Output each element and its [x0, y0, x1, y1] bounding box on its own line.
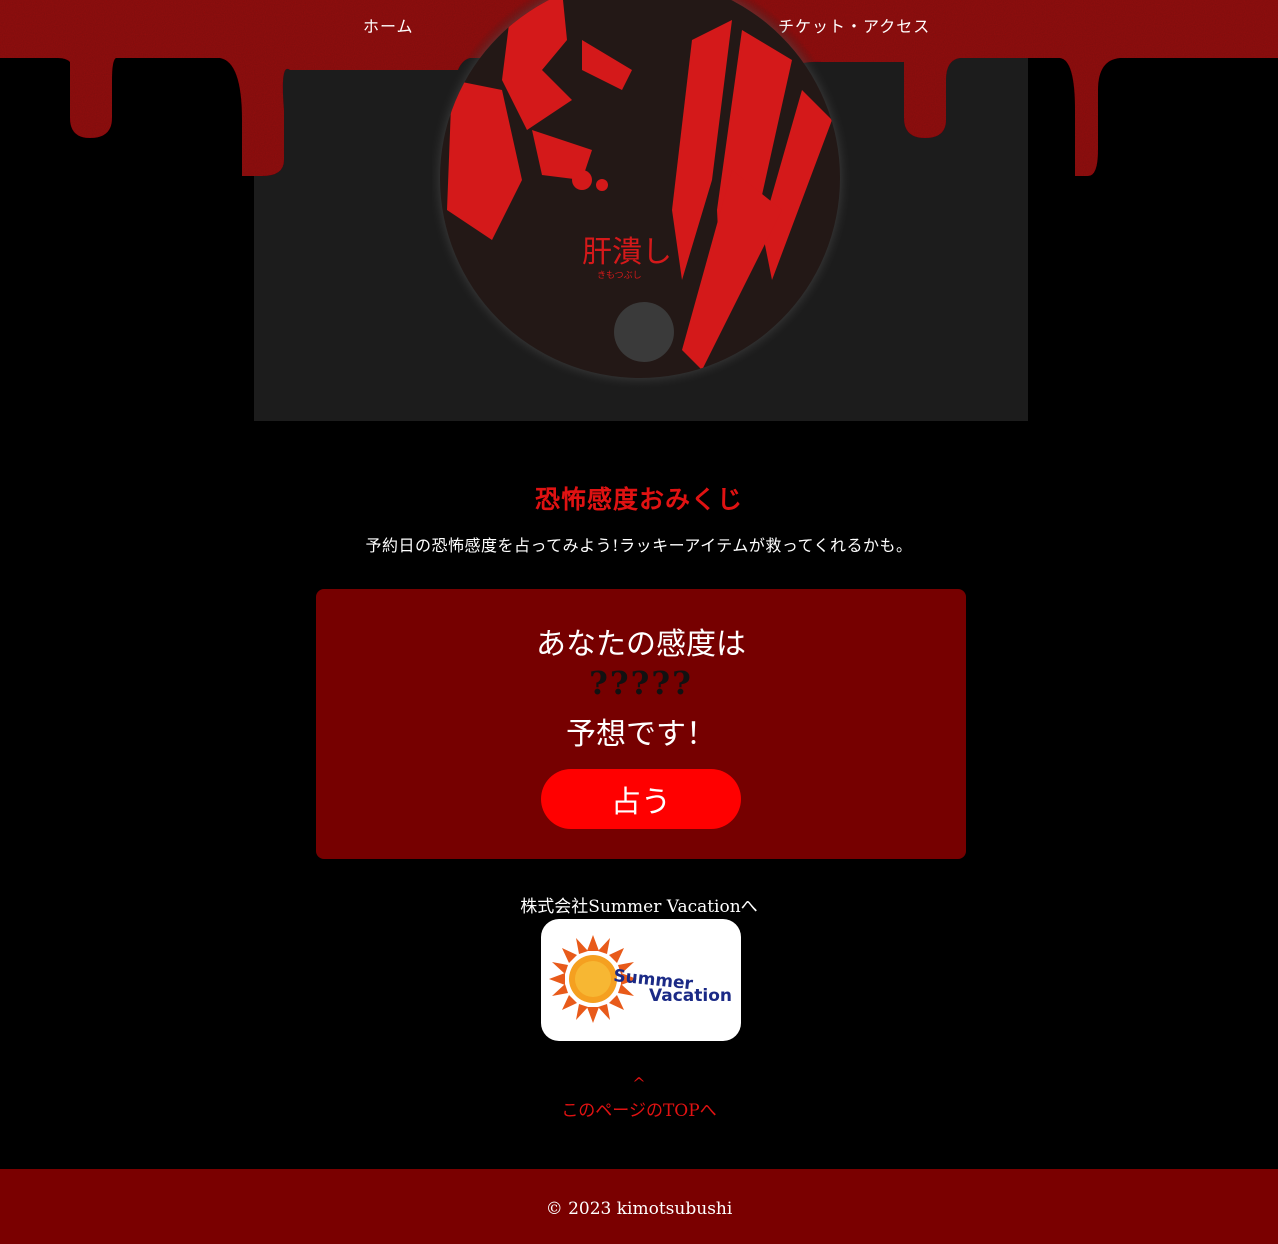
hero-logo-text: 肝潰し — [582, 235, 672, 270]
footer: © 2023 kimotsubushi — [0, 1169, 1278, 1244]
hero-disc-image: 肝潰し きもつぶし — [432, 0, 852, 390]
logo-word-vacation: Vacation — [649, 986, 732, 1006]
summer-vacation-logo-link[interactable]: Summer Vacation — [541, 919, 741, 1041]
company-link[interactable]: 株式会社Summer Vacationへ — [0, 892, 1278, 917]
omikuji-description: 予約日の恐怖感度を占ってみよう!ラッキーアイテムが救ってくれるかも。 — [365, 536, 913, 555]
hero-logo-sub: きもつぶし — [597, 270, 642, 281]
fortune-line-1: あなたの感度は — [536, 627, 746, 662]
fortune-box: あなたの感度は ????? 予想です！ 占う — [316, 589, 966, 859]
back-to-top-arrow[interactable]: ^ — [0, 1074, 1278, 1093]
omikuji-title: 恐怖感度おみくじ — [534, 485, 743, 514]
nav-home-link[interactable]: ホーム — [363, 13, 414, 37]
fortune-result: ????? — [589, 664, 693, 702]
summer-vacation-logo: Summer Vacation — [549, 935, 732, 1023]
copyright-text: © 2023 kimotsubushi — [545, 1199, 733, 1219]
back-to-top-link[interactable]: このページのTOPへ — [0, 1096, 1278, 1121]
fortune-draw-button[interactable]: 占う — [541, 769, 741, 829]
fortune-line-3: 予想です！ — [566, 717, 716, 752]
